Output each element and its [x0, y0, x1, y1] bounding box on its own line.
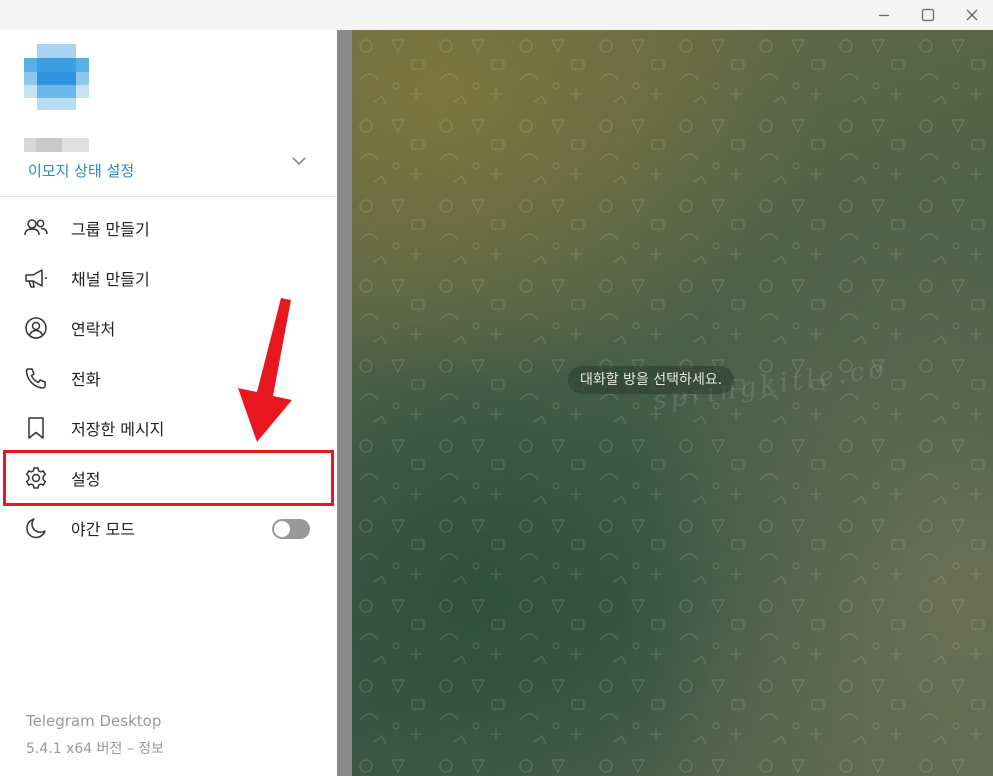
close-button[interactable] [952, 0, 992, 30]
night-mode-toggle[interactable] [272, 519, 310, 539]
moon-icon [26, 518, 46, 539]
maximize-icon [921, 8, 935, 22]
group-icon [24, 219, 48, 236]
minimize-button[interactable] [864, 0, 904, 30]
footer-app-name: Telegram Desktop [26, 712, 162, 730]
sidebar-overlay-edge [337, 30, 352, 776]
menu-item-label: 저장한 메시지 [71, 420, 165, 439]
menu-item-label: 전화 [71, 370, 101, 389]
megaphone-icon [25, 269, 47, 288]
divider [0, 196, 337, 197]
menu-item-label: 그룹 만들기 [71, 220, 150, 239]
chat-background: springkitle.co 대화할 방을 선택하세요. [352, 30, 993, 776]
menu-item-new-group[interactable]: 그룹 만들기 [0, 203, 337, 253]
footer-version-link[interactable]: 5.4.1 x64 버전 – 정보 [26, 738, 164, 758]
emoji-status-link[interactable]: 이모지 상태 설정 [28, 160, 134, 181]
contact-icon [25, 317, 47, 339]
title-bar [0, 0, 993, 30]
phone-icon [25, 368, 46, 389]
red-arrow-annotation [238, 298, 292, 442]
select-chat-placeholder: 대화할 방을 선택하세요. [568, 366, 735, 394]
chevron-down-icon[interactable] [288, 150, 310, 172]
menu-item-label: 야간 모드 [71, 520, 135, 539]
menu-item-label: 연락처 [71, 320, 116, 339]
profile-name-blurred [24, 138, 89, 152]
avatar[interactable] [24, 44, 89, 110]
close-icon [966, 9, 978, 21]
bookmark-icon [28, 417, 44, 439]
menu-item-label: 채널 만들기 [71, 270, 150, 289]
toggle-knob [274, 521, 290, 537]
maximize-button[interactable] [908, 0, 948, 30]
highlight-annotation-box [3, 450, 334, 506]
minimize-icon [879, 14, 889, 17]
